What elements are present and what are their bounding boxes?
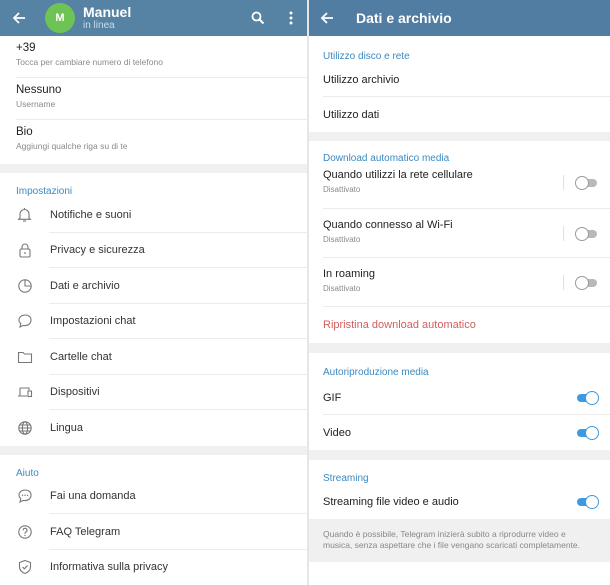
autodownload-wifi-status: Disattivato [323,235,361,244]
settings-item-notifications[interactable]: Notifiche e suoni [0,197,307,233]
reset-autodownload-label: Ripristina download automatico [323,319,476,331]
section-gap [309,132,610,141]
settings-item-label: Dati e archivio [50,279,120,292]
help-item-label: FAQ Telegram [50,525,121,538]
search-button[interactable] [241,0,274,36]
autoplay-gif-label: GIF [323,391,342,404]
autodownload-cellular-label: Quando utilizzi la rete cellulare [323,169,473,181]
streaming-info-note: Quando è possibile, Telegram inizierà su… [309,519,610,562]
phone-number-row[interactable]: +39 Tocca per cambiare numero di telefon… [0,36,307,78]
back-arrow-icon [320,12,333,24]
help-item-label: Informativa sulla privacy [50,561,168,574]
autoplay-gif-toggle[interactable] [575,391,599,405]
settings-item-devices[interactable]: Dispositivi [0,375,307,410]
profile-name: Manuel [83,3,132,20]
help-item-ask-question[interactable]: Fai una domanda [0,479,307,514]
phone-number: +39 [16,42,36,54]
settings-item-label: Dispositivi [50,386,100,399]
username-row[interactable]: Nessuno Username [0,78,307,120]
online-status: in linea [83,20,115,32]
autodownload-roaming-row[interactable]: In roaming Disattivato [309,258,610,307]
autodownload-cellular-toggle[interactable] [575,176,599,190]
vertical-divider [563,275,564,290]
question-circle-icon [16,523,33,540]
chat-bubble-icon [16,313,33,330]
settings-item-privacy[interactable]: Privacy e sicurezza [0,233,307,268]
pie-chart-icon [16,277,33,294]
avatar[interactable]: M [45,3,75,33]
vertical-divider [563,226,564,241]
help-item-faq[interactable]: FAQ Telegram [0,514,307,550]
bell-icon [16,206,33,223]
help-item-privacy-policy[interactable]: Informativa sulla privacy [0,550,307,585]
bio-row[interactable]: Bio Aggiungi qualche riga su di te [0,120,307,164]
username-label: Username [16,99,56,109]
username-value: Nessuno [16,84,62,96]
page-title: Dati e archivio [356,10,452,26]
autodownload-wifi-toggle[interactable] [575,227,599,241]
vertical-divider [563,175,564,190]
profile-settings-pane: M Manuel in linea +39 Tocca per cambiare… [0,0,307,585]
autoplay-section-header: Autoriproduzione media [323,367,429,378]
back-button[interactable] [309,0,345,36]
settings-item-label: Cartelle chat [50,350,112,363]
data-storage-app-bar: Dati e archivio [309,0,610,36]
streaming-section-header: Streaming [323,473,369,484]
profile-app-bar: M Manuel in linea [0,0,307,36]
settings-item-language[interactable]: Lingua [0,410,307,446]
streaming-toggle[interactable] [575,495,599,509]
streaming-row[interactable]: Streaming file video e audio [309,485,610,519]
section-gap [309,343,610,353]
globe-icon [16,419,33,436]
autoplay-video-toggle[interactable] [575,426,599,440]
bio-hint: Aggiungi qualche riga su di te [16,141,128,151]
back-arrow-icon [12,12,25,24]
settings-item-label: Impostazioni chat [50,315,136,328]
help-item-label: Fai una domanda [50,490,136,503]
autoplay-video-label: Video [323,426,351,439]
back-button[interactable] [0,0,38,36]
storage-usage-row[interactable]: Utilizzo archivio [309,62,610,97]
autodownload-roaming-toggle[interactable] [575,276,599,290]
autodownload-roaming-status: Disattivato [323,284,361,293]
more-options-button[interactable] [274,0,307,36]
settings-item-chat-folders[interactable]: Cartelle chat [0,339,307,375]
settings-item-label: Privacy e sicurezza [50,244,145,257]
settings-item-data-storage[interactable]: Dati e archivio [0,268,307,304]
section-gap [309,450,610,460]
phone-number-hint: Tocca per cambiare numero di telefono [16,57,163,67]
autoplay-video-row[interactable]: Video [309,415,610,450]
data-usage-label: Utilizzo dati [323,108,380,121]
storage-usage-label: Utilizzo archivio [323,73,400,86]
avatar-initial: M [55,12,65,24]
section-gap [0,445,307,455]
shield-check-icon [16,559,33,576]
section-gap [0,164,307,173]
chat-dots-icon [16,488,33,505]
data-storage-pane: Dati e archivio Utilizzo disco e rete Ut… [309,0,610,585]
settings-item-chat-settings[interactable]: Impostazioni chat [0,304,307,339]
folder-icon [16,348,33,365]
reset-autodownload-button[interactable]: Ripristina download automatico [309,307,610,343]
more-vertical-icon [289,11,292,25]
settings-item-label: Lingua [50,421,84,434]
settings-item-label: Notifiche e suoni [50,208,132,221]
devices-icon [16,384,33,401]
autodownload-cellular-status: Disattivato [323,185,361,194]
lock-icon [16,242,33,259]
autodownload-cellular-row[interactable]: Quando utilizzi la rete cellulare Disatt… [309,167,610,209]
data-usage-row[interactable]: Utilizzo dati [309,97,610,132]
autodownload-wifi-row[interactable]: Quando connesso al Wi-Fi Disattivato [309,209,610,258]
autodownload-wifi-label: Quando connesso al Wi-Fi [323,219,453,231]
streaming-label: Streaming file video e audio [323,496,459,508]
autodownload-roaming-label: In roaming [323,268,375,280]
bio-label: Bio [16,126,33,138]
autoplay-gif-row[interactable]: GIF [309,380,610,415]
search-icon [251,11,264,25]
autodownload-section-header: Download automatico media [323,153,450,164]
